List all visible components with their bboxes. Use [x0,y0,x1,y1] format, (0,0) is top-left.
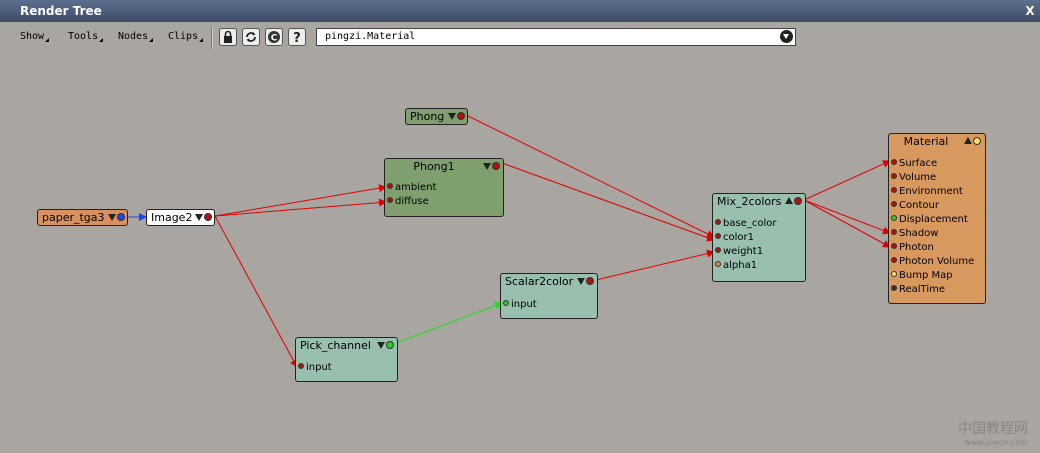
output-port-icon[interactable] [117,213,125,221]
port-ambient[interactable]: ambient [387,182,436,194]
port-volume[interactable]: Volume [891,172,936,184]
input-port-icon[interactable] [387,197,393,203]
node-graph[interactable]: paper_tga3 Image2 Phong Phong1 ambient d… [0,52,1040,453]
collapse-icon[interactable] [483,163,491,170]
input-port-icon[interactable] [891,201,897,207]
menu-clips[interactable]: Clips [168,31,204,42]
input-port-icon[interactable] [715,219,721,225]
chevron-down-icon[interactable] [780,30,793,43]
close-button[interactable]: X [1023,4,1037,18]
menu-tools[interactable]: Tools [68,31,104,42]
port-displacement[interactable]: Displacement [891,214,968,226]
node-mix-2colors[interactable]: Mix_2colors base_color color1 weight1 al… [712,193,806,282]
port-bump-map[interactable]: Bump Map [891,270,953,282]
input-port-icon[interactable] [715,261,721,267]
wire-scalar-mix-weight [595,249,715,281]
title-bar: Render Tree X [0,0,1040,23]
menu-nodes[interactable]: Nodes [118,31,154,42]
input-port-icon[interactable] [891,159,897,165]
input-port-icon[interactable] [891,271,897,277]
wire-image2-pick [214,215,298,368]
port-input[interactable]: input [503,299,537,311]
output-port-icon[interactable] [386,341,394,349]
collapse-icon[interactable] [448,113,456,120]
output-port-icon[interactable] [204,213,212,221]
input-port-icon[interactable] [891,285,897,291]
svg-text:?: ? [293,31,301,44]
refresh-icon[interactable] [242,28,260,46]
selector-value: pingzi.Material [325,31,416,42]
port-realtime[interactable]: RealTime [891,284,945,296]
output-port-icon[interactable] [794,197,802,205]
output-port-icon[interactable] [457,112,465,120]
input-port-icon[interactable] [891,187,897,193]
node-phong[interactable]: Phong [405,108,468,125]
svg-text:C: C [271,34,278,44]
port-photon-volume[interactable]: Photon Volume [891,256,974,268]
input-port-icon[interactable] [891,215,897,221]
port-environment[interactable]: Environment [891,186,963,198]
port-contour[interactable]: Contour [891,200,939,212]
wire-image2-ambient [214,184,387,217]
collapse-icon[interactable] [377,342,385,349]
port-alpha1[interactable]: alpha1 [715,260,757,272]
port-surface[interactable]: Surface [891,158,937,170]
toolbar-separator [211,27,213,49]
port-diffuse[interactable]: diffuse [387,196,429,208]
port-photon[interactable]: Photon [891,242,934,254]
node-phong1[interactable]: Phong1 ambient diffuse [384,158,504,217]
input-port-icon[interactable] [891,173,897,179]
port-base-color[interactable]: base_color [715,218,776,230]
output-port-icon[interactable] [492,162,500,170]
port-weight1[interactable]: weight1 [715,246,763,258]
input-port-icon[interactable] [891,243,897,249]
node-paper-tga3[interactable]: paper_tga3 [37,209,128,226]
wire-mix-shadow [803,199,891,235]
node-image2[interactable]: Image2 [146,209,215,226]
material-selector[interactable]: pingzi.Material [316,28,796,46]
wire-phong1-mix-color1 [501,162,715,242]
lock-icon[interactable] [219,28,237,46]
connection-wires [127,114,891,368]
output-port-icon[interactable] [973,137,981,145]
collapse-icon[interactable] [964,137,972,144]
port-shadow[interactable]: Shadow [891,228,938,240]
collapse-icon[interactable] [195,214,203,221]
node-scalar2color[interactable]: Scalar2color input [500,273,598,319]
watermark: 中国教程网 www.jcwcn.com [958,421,1028,447]
input-port-icon[interactable] [387,183,393,189]
input-port-icon[interactable] [715,233,721,239]
input-port-icon[interactable] [891,229,897,235]
input-port-icon[interactable] [503,300,509,306]
c-icon[interactable]: C [265,28,283,46]
collapse-icon[interactable] [577,278,585,285]
menu-show[interactable]: Show [20,31,50,42]
input-port-icon[interactable] [715,247,721,253]
wire-image2-diffuse [214,198,387,217]
node-material[interactable]: Material Surface Volume Environment Cont… [888,133,986,304]
node-pick-channel[interactable]: Pick_channel input [295,337,398,382]
collapse-icon[interactable] [108,214,116,221]
wire-pick-scalar [395,301,503,344]
collapse-icon[interactable] [785,197,793,204]
input-port-icon[interactable] [891,257,897,263]
output-port-icon[interactable] [586,277,594,285]
window-title: Render Tree [20,4,102,18]
wire-mix-surface [803,160,891,201]
toolbar: Show Tools Nodes Clips C ? pingzi.Materi… [0,22,1040,52]
input-port-icon[interactable] [298,363,304,369]
port-input[interactable]: input [298,362,332,374]
port-color1[interactable]: color1 [715,232,754,244]
help-icon[interactable]: ? [288,28,306,46]
wire-mix-photon [803,199,891,248]
